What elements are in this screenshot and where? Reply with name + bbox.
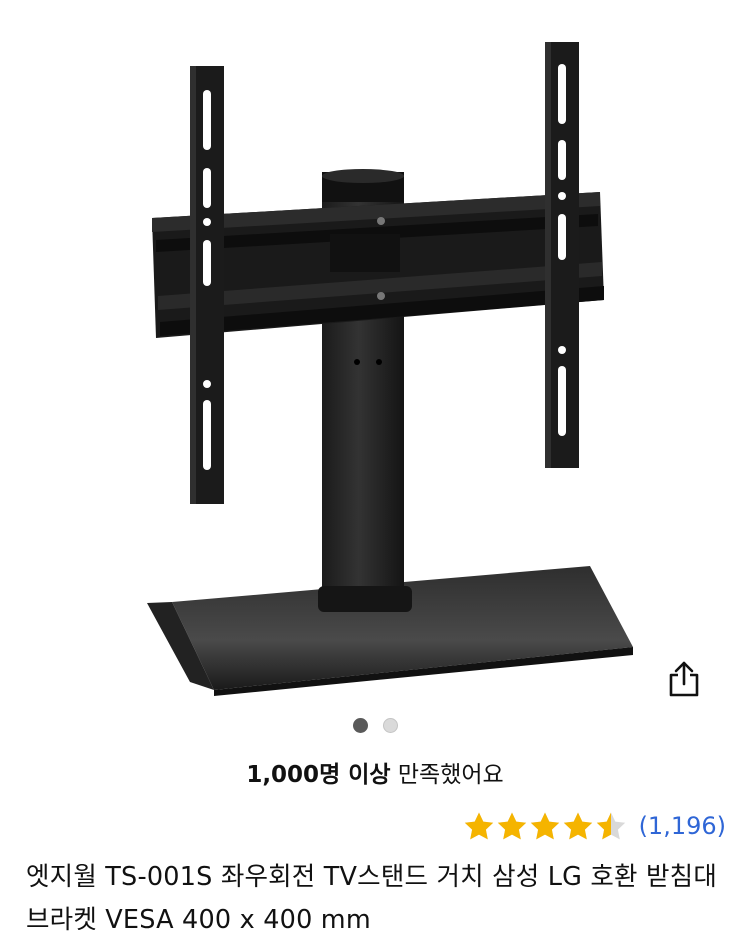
star-icon <box>563 812 592 840</box>
review-count-link[interactable]: (1,196) <box>639 812 726 840</box>
star-rating <box>463 811 627 841</box>
share-icon <box>669 661 699 697</box>
product-image-gallery[interactable] <box>0 0 750 705</box>
product-image <box>147 42 633 696</box>
gallery-dot-1[interactable] <box>352 718 368 733</box>
share-button[interactable] <box>660 655 708 703</box>
rating-row[interactable]: (1,196) <box>463 804 726 848</box>
gallery-dot-2[interactable] <box>382 718 398 733</box>
gallery-pagination <box>0 718 750 733</box>
satisfaction-text: 1,000명 이상 만족했어요 <box>0 757 750 793</box>
satisfaction-count: 1,000명 이상 <box>246 762 391 788</box>
product-title: 엣지월 TS-001S 좌우회전 TV스탠드 거치 삼성 LG 호환 받침대 브… <box>26 862 717 935</box>
star-icon <box>596 812 625 840</box>
satisfaction-suffix: 만족했어요 <box>390 762 504 788</box>
star-icon <box>464 812 493 840</box>
star-icon <box>497 812 526 840</box>
star-icon <box>530 812 559 840</box>
